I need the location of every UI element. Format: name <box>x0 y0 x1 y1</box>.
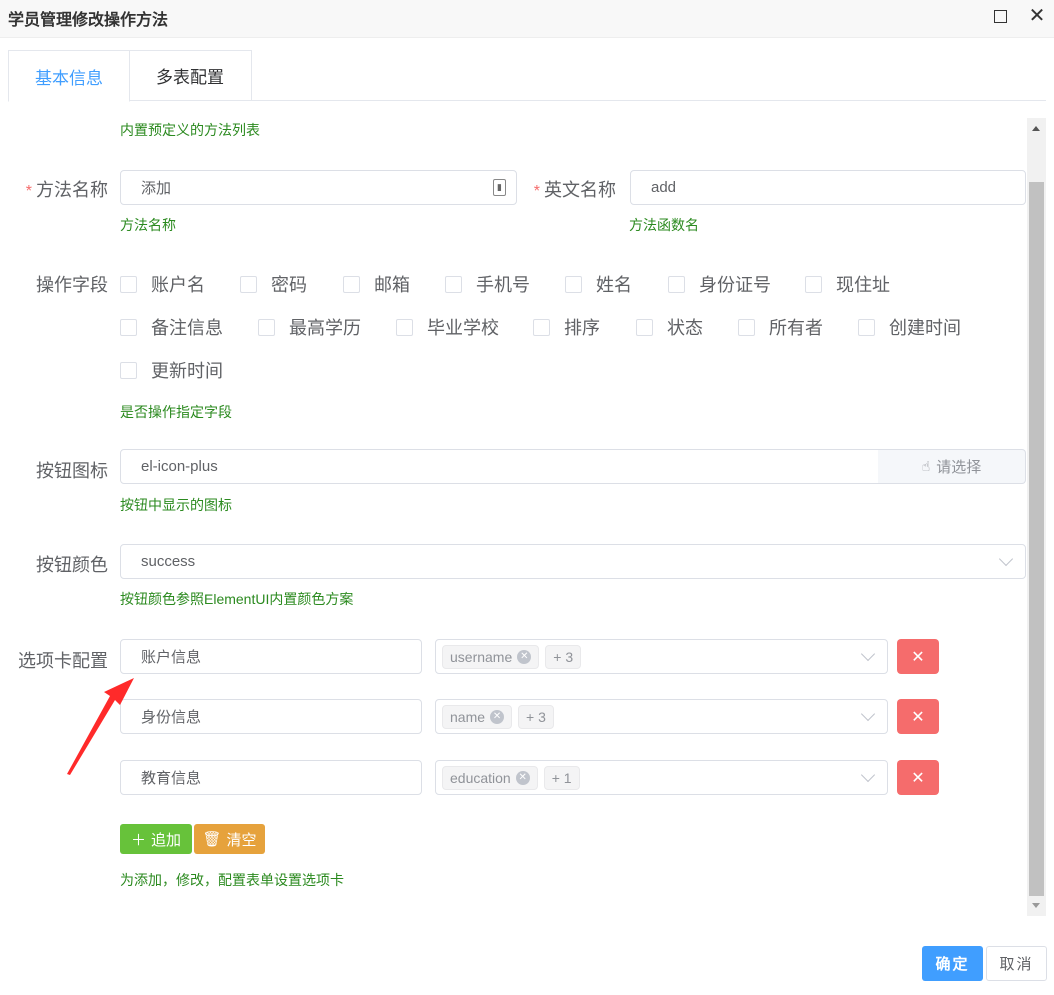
tab-fields-select[interactable]: education ✕ + 1 <box>435 760 888 795</box>
field-checkbox[interactable]: 身份证号 <box>668 271 771 297</box>
dialog-titlebar: 学员管理修改操作方法 ✕ <box>0 0 1054 38</box>
tab-config-label: 选项卡配置 <box>18 651 108 671</box>
field-checkbox[interactable]: 备注信息 <box>120 314 223 340</box>
close-icon: ✕ <box>911 648 925 666</box>
more-count-tag: + 1 <box>543 765 580 790</box>
vertical-scrollbar[interactable] <box>1027 118 1046 916</box>
tag-close-icon[interactable]: ✕ <box>515 770 530 785</box>
button-icon-label: 按钮图标 <box>36 461 108 481</box>
field-checkbox[interactable]: 姓名 <box>565 271 632 297</box>
button-icon-input[interactable]: el-icon-plus <box>120 449 879 484</box>
chevron-down-icon <box>860 767 876 783</box>
scrollbar-thumb[interactable] <box>1029 182 1044 896</box>
maximize-icon[interactable] <box>990 6 1010 26</box>
english-name-input[interactable]: add <box>630 170 1026 205</box>
field-checkbox[interactable]: 毕业学校 <box>396 314 499 340</box>
fields-hint: 是否操作指定字段 <box>120 404 232 420</box>
tab-fields-select[interactable]: username ✕ + 3 <box>435 639 888 674</box>
button-color-hint: 按钮颜色参照ElementUI内置颜色方案 <box>120 591 354 607</box>
close-icon: ✕ <box>911 708 925 726</box>
field-checkbox[interactable]: 所有者 <box>738 314 823 340</box>
tag-close-icon[interactable]: ✕ <box>490 709 505 724</box>
tab-name-input[interactable]: 账户信息 <box>120 639 422 674</box>
clear-tabs-button[interactable]: 🗑 清空 <box>194 824 265 854</box>
field-tag: username ✕ <box>442 644 540 669</box>
annotation-arrow <box>67 678 134 775</box>
field-checkbox[interactable]: 手机号 <box>445 271 530 297</box>
contact-card-icon[interactable]: ▮ <box>493 179 506 196</box>
field-checkbox[interactable]: 密码 <box>240 271 307 297</box>
tab-bar: 基本信息 多表配置 <box>8 50 1046 102</box>
tab-basic-info[interactable]: 基本信息 <box>8 50 130 102</box>
tab-config-hint: 为添加，修改，配置表单设置选项卡 <box>120 872 344 888</box>
plus-icon: ＋ <box>130 831 146 849</box>
pointer-hand-icon: ☝ <box>921 458 931 474</box>
tab-fields-select[interactable]: name ✕ + 3 <box>435 699 888 734</box>
tab-name-input[interactable]: 身份信息 <box>120 699 422 734</box>
confirm-button[interactable]: 确定 <box>922 946 983 981</box>
tab-name-input[interactable]: 教育信息 <box>120 760 422 795</box>
tag-close-icon[interactable]: ✕ <box>517 649 532 664</box>
delete-row-button[interactable]: ✕ <box>897 760 939 795</box>
close-icon: ✕ <box>911 769 925 787</box>
button-icon-hint: 按钮中显示的图标 <box>120 497 232 513</box>
icon-select-button[interactable]: ☝ 请选择 <box>878 449 1026 484</box>
field-checkbox[interactable]: 更新时间 <box>120 357 223 383</box>
add-tab-button[interactable]: ＋追加 <box>120 824 192 854</box>
field-checkbox[interactable]: 最高学历 <box>258 314 361 340</box>
field-checkbox[interactable]: 排序 <box>533 314 600 340</box>
chevron-down-icon <box>998 551 1014 567</box>
close-icon[interactable]: ✕ <box>1027 6 1047 26</box>
field-checkbox[interactable]: 创建时间 <box>858 314 961 340</box>
cancel-button[interactable]: 取消 <box>986 946 1047 981</box>
more-count-tag: + 3 <box>518 704 554 729</box>
scroll-up-icon[interactable] <box>1032 126 1040 131</box>
field-checkbox[interactable]: 状态 <box>636 314 703 340</box>
method-name-hint: 方法名称 <box>120 217 176 233</box>
field-tag: education ✕ <box>442 765 538 790</box>
button-color-label: 按钮颜色 <box>36 555 108 575</box>
button-color-select[interactable]: success <box>120 544 1026 579</box>
method-name-input[interactable]: 添加 ▮ <box>120 170 517 205</box>
tab-multi-table-config[interactable]: 多表配置 <box>129 50 252 101</box>
more-count-tag: + 3 <box>545 644 582 669</box>
delete-row-button[interactable]: ✕ <box>897 639 939 674</box>
method-name-label: * 方法名称 <box>25 180 108 200</box>
chevron-down-icon <box>860 646 876 662</box>
field-checkbox[interactable]: 现住址 <box>805 271 890 297</box>
english-name-hint: 方法函数名 <box>629 217 699 233</box>
delete-row-button[interactable]: ✕ <box>897 699 939 734</box>
dialog-title: 学员管理修改操作方法 <box>8 12 169 29</box>
chevron-down-icon <box>860 706 876 722</box>
field-checkbox[interactable]: 账户名 <box>120 271 205 297</box>
field-checkbox[interactable]: 邮箱 <box>343 271 410 297</box>
scroll-down-icon[interactable] <box>1032 903 1040 908</box>
english-name-label: * 英文名称 <box>533 180 616 200</box>
field-tag: name ✕ <box>442 704 513 729</box>
fields-label: 操作字段 <box>36 275 108 295</box>
trash-icon: 🗑 <box>202 831 222 848</box>
method-list-hint: 内置预定义的方法列表 <box>120 122 260 138</box>
